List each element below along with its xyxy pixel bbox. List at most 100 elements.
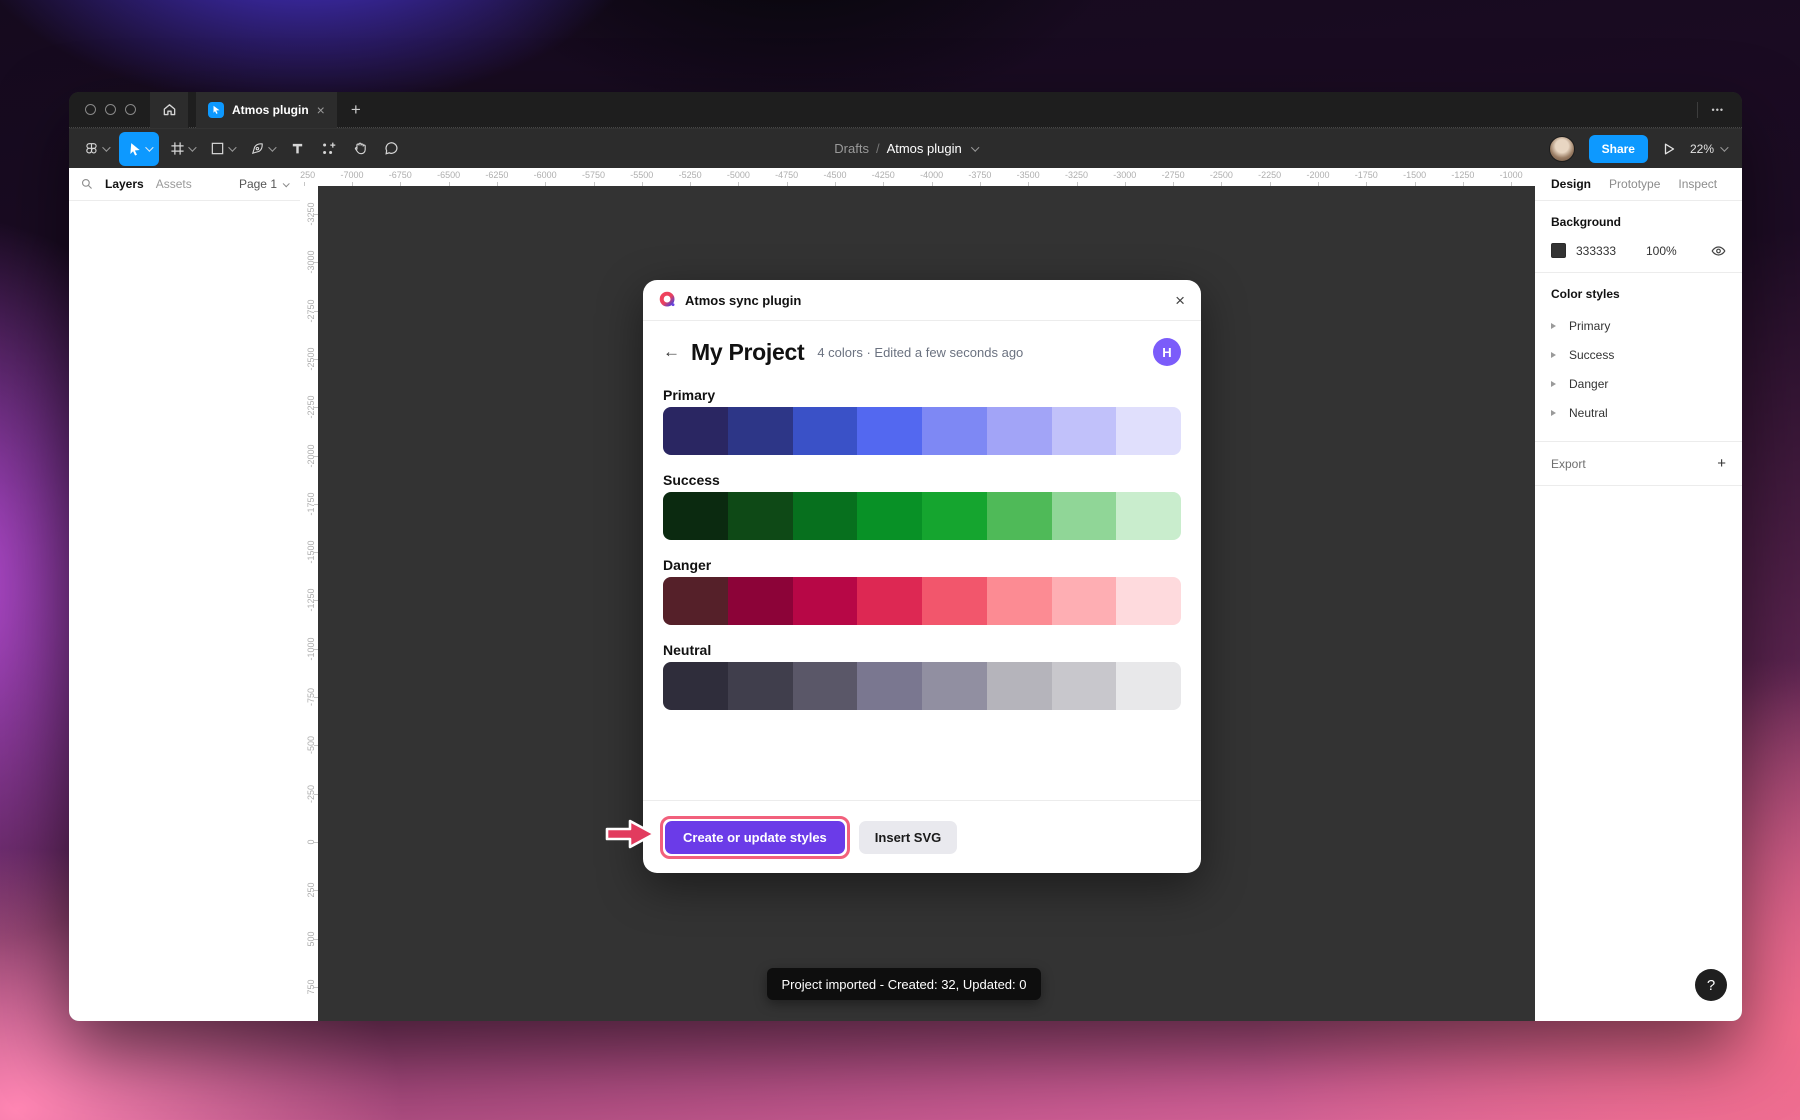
background-color-swatch[interactable] bbox=[1551, 243, 1566, 258]
palette-swatch-row bbox=[663, 492, 1181, 540]
palette-swatch bbox=[922, 492, 987, 540]
tab-layers[interactable]: Layers bbox=[105, 177, 144, 191]
palette-swatch bbox=[663, 577, 728, 625]
ruler-tick bbox=[314, 311, 318, 312]
color-style-label: Danger bbox=[1569, 377, 1608, 391]
caret-right-icon[interactable] bbox=[1551, 323, 1556, 329]
chevron-down-icon bbox=[1720, 143, 1728, 151]
shape-tool-button[interactable] bbox=[205, 132, 239, 166]
color-style-item-primary[interactable]: Primary bbox=[1551, 311, 1726, 340]
ruler-label: -2250 bbox=[1258, 170, 1281, 180]
palette-swatch bbox=[793, 577, 858, 625]
palette-swatch bbox=[728, 662, 793, 710]
traffic-light-minimize[interactable] bbox=[105, 104, 116, 115]
create-or-update-styles-button[interactable]: Create or update styles bbox=[665, 821, 845, 854]
palette-swatch bbox=[663, 407, 728, 455]
annotation-arrow-icon bbox=[604, 816, 658, 852]
main-menu-button[interactable] bbox=[79, 132, 113, 166]
zoom-level-control[interactable]: 22% bbox=[1690, 142, 1726, 156]
export-label[interactable]: Export bbox=[1551, 457, 1586, 471]
user-avatar[interactable] bbox=[1549, 136, 1575, 162]
search-icon[interactable] bbox=[81, 178, 93, 190]
eye-icon[interactable] bbox=[1711, 245, 1726, 257]
pen-tool-button[interactable] bbox=[245, 132, 279, 166]
palette-swatch bbox=[1116, 662, 1181, 710]
share-button[interactable]: Share bbox=[1589, 135, 1648, 163]
color-styles-title: Color styles bbox=[1551, 287, 1726, 301]
ruler-tick bbox=[314, 504, 318, 505]
palette-swatch bbox=[663, 662, 728, 710]
breadcrumb-current-file[interactable]: Atmos plugin bbox=[887, 141, 962, 156]
palette-swatch bbox=[793, 662, 858, 710]
ruler-label: -5750 bbox=[582, 170, 605, 180]
resources-icon bbox=[321, 141, 337, 157]
ruler-tick bbox=[1270, 182, 1271, 186]
home-button[interactable] bbox=[150, 92, 188, 128]
present-play-icon[interactable] bbox=[1662, 142, 1676, 156]
palette-swatch bbox=[987, 492, 1052, 540]
text-tool-button[interactable] bbox=[285, 132, 310, 166]
palette-label: Primary bbox=[663, 387, 1181, 404]
chevron-down-icon[interactable] bbox=[971, 143, 979, 151]
breadcrumb-drafts[interactable]: Drafts bbox=[834, 141, 869, 156]
tab-design[interactable]: Design bbox=[1551, 177, 1591, 191]
caret-right-icon[interactable] bbox=[1551, 381, 1556, 387]
new-tab-button[interactable]: + bbox=[351, 100, 361, 120]
back-arrow-icon[interactable]: ← bbox=[663, 342, 680, 362]
tab-assets[interactable]: Assets bbox=[156, 177, 192, 191]
home-icon bbox=[162, 102, 177, 117]
palette-swatch bbox=[922, 577, 987, 625]
ruler-tick bbox=[314, 890, 318, 891]
palette-swatch bbox=[922, 407, 987, 455]
caret-right-icon[interactable] bbox=[1551, 410, 1556, 416]
move-tool-button[interactable] bbox=[119, 132, 159, 166]
palette-swatch bbox=[793, 407, 858, 455]
page-selector[interactable]: Page 1 bbox=[239, 177, 288, 191]
palette-swatch bbox=[922, 662, 987, 710]
tab-close-icon[interactable]: × bbox=[317, 103, 325, 117]
color-style-item-neutral[interactable]: Neutral bbox=[1551, 398, 1726, 427]
ruler-label: -6500 bbox=[437, 170, 460, 180]
hand-tool-button[interactable] bbox=[348, 132, 373, 166]
ruler-label: -4000 bbox=[920, 170, 943, 180]
background-opacity-value[interactable]: 100% bbox=[1646, 244, 1711, 258]
comment-tool-button[interactable] bbox=[379, 132, 404, 166]
close-icon[interactable]: × bbox=[1175, 292, 1185, 309]
ruler-tick bbox=[314, 842, 318, 843]
insert-svg-button[interactable]: Insert SVG bbox=[859, 821, 957, 854]
ruler-tick bbox=[738, 182, 739, 186]
palette-swatch bbox=[1052, 492, 1117, 540]
palette-swatch bbox=[987, 577, 1052, 625]
ruler-tick bbox=[932, 182, 933, 186]
owner-avatar[interactable]: H bbox=[1153, 338, 1181, 366]
ruler-tick bbox=[314, 456, 318, 457]
traffic-light-close[interactable] bbox=[85, 104, 96, 115]
toast-notification: Project imported - Created: 32, Updated:… bbox=[767, 968, 1041, 1000]
chevron-down-icon bbox=[102, 143, 110, 151]
add-export-button[interactable]: + bbox=[1717, 455, 1726, 472]
color-style-item-danger[interactable]: Danger bbox=[1551, 369, 1726, 398]
tab-prototype[interactable]: Prototype bbox=[1609, 177, 1660, 191]
ruler-tick bbox=[1077, 182, 1078, 186]
caret-right-icon[interactable] bbox=[1551, 352, 1556, 358]
background-hex-value[interactable]: 333333 bbox=[1576, 244, 1634, 258]
ruler-tick bbox=[314, 359, 318, 360]
palette-swatch bbox=[857, 492, 922, 540]
tab-title: Atmos plugin bbox=[232, 103, 309, 117]
overflow-menu-button[interactable]: ••• bbox=[1712, 105, 1724, 115]
layers-panel: Layers Assets Page 1 bbox=[69, 168, 300, 1021]
palette-swatch bbox=[1052, 662, 1117, 710]
tabbar-divider bbox=[1697, 102, 1698, 118]
tab-inspect[interactable]: Inspect bbox=[1678, 177, 1717, 191]
frame-tool-button[interactable] bbox=[165, 132, 199, 166]
dialog-header: Atmos sync plugin × bbox=[643, 280, 1201, 321]
ruler-tick bbox=[314, 407, 318, 408]
resources-tool-button[interactable] bbox=[316, 132, 342, 166]
color-style-label: Success bbox=[1569, 348, 1614, 362]
ruler-label: -2750 bbox=[1162, 170, 1185, 180]
color-style-item-success[interactable]: Success bbox=[1551, 340, 1726, 369]
ruler-label: -1250 bbox=[1451, 170, 1474, 180]
tab-atmos-plugin[interactable]: Atmos plugin × bbox=[196, 92, 337, 128]
help-button[interactable]: ? bbox=[1695, 969, 1727, 1001]
traffic-light-zoom[interactable] bbox=[125, 104, 136, 115]
